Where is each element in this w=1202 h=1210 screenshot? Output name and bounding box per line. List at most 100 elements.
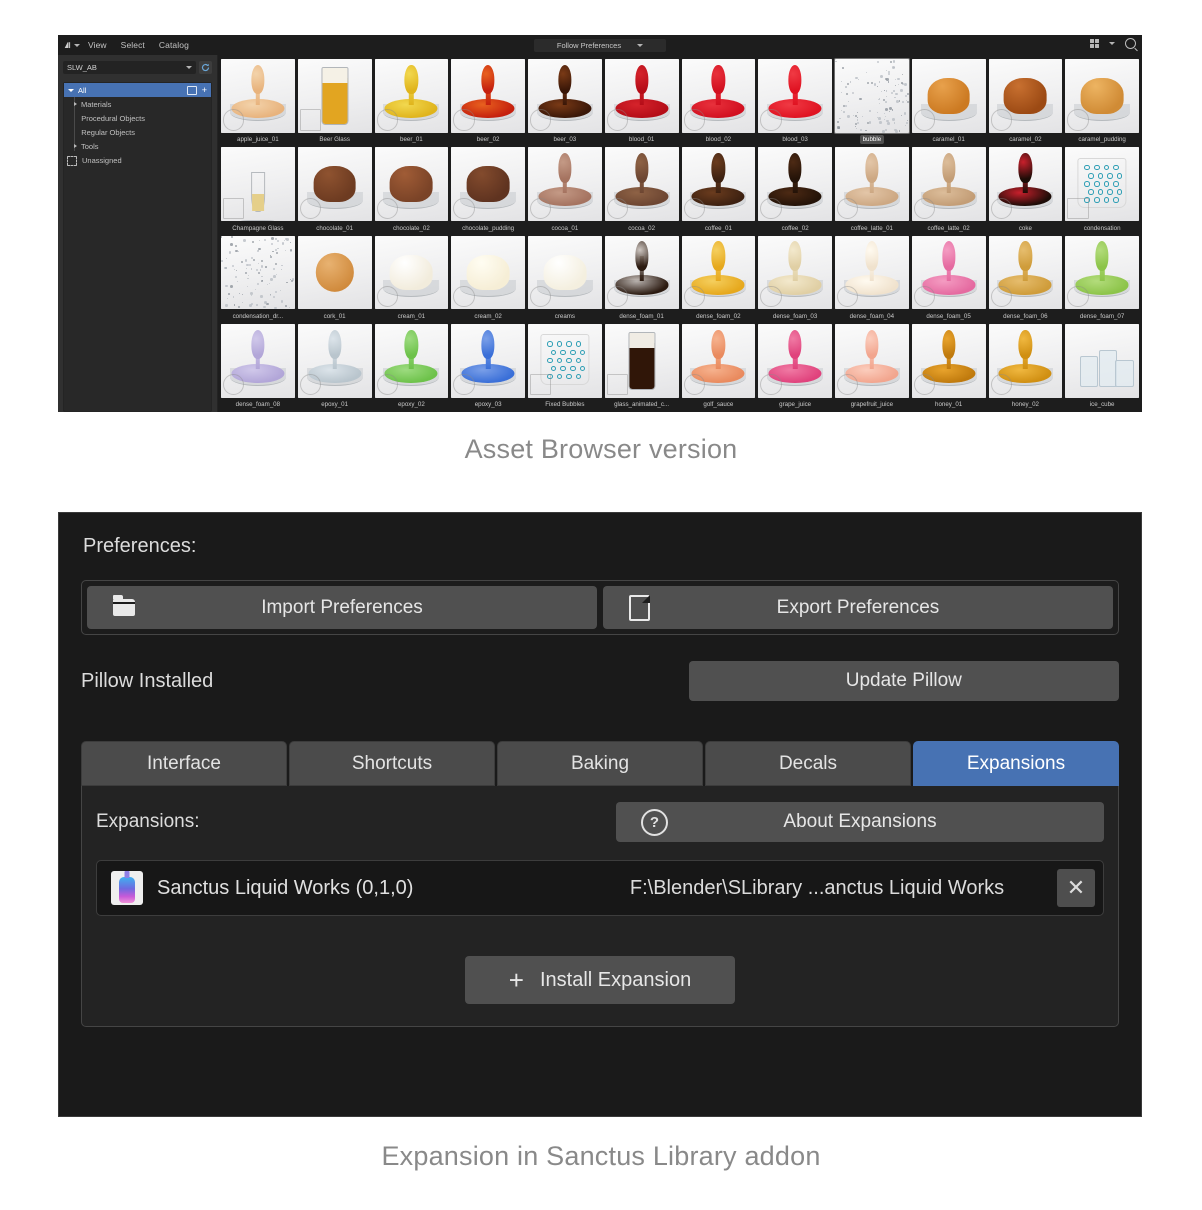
asset-item[interactable]: epoxy_01 — [298, 324, 372, 409]
asset-item[interactable]: Fixed Bubbles — [528, 324, 602, 409]
asset-thumbnail[interactable] — [375, 236, 449, 310]
asset-thumbnail[interactable] — [528, 59, 602, 133]
tab-decals[interactable]: Decals — [705, 741, 911, 786]
asset-browser-editor-icon[interactable] — [64, 39, 80, 52]
asset-item[interactable]: cork_01 — [298, 236, 372, 321]
asset-thumbnail[interactable] — [912, 59, 986, 133]
asset-item[interactable]: caramel_pudding — [1065, 59, 1139, 144]
update-pillow-button[interactable]: Update Pillow — [689, 661, 1119, 701]
asset-thumbnail[interactable] — [682, 236, 756, 310]
asset-item[interactable]: cream_01 — [375, 236, 449, 321]
asset-item[interactable]: dense_foam_07 — [1065, 236, 1139, 321]
asset-item[interactable]: apple_juice_01 — [221, 59, 295, 144]
close-icon[interactable]: ✕ — [1057, 869, 1095, 907]
asset-item[interactable]: condensation — [1065, 147, 1139, 232]
asset-item[interactable]: chocolate_pudding — [451, 147, 525, 232]
asset-thumbnail[interactable] — [221, 147, 295, 221]
tab-shortcuts[interactable]: Shortcuts — [289, 741, 495, 786]
asset-thumbnail[interactable] — [451, 147, 525, 221]
asset-item[interactable]: coffee_01 — [682, 147, 756, 232]
asset-thumbnail[interactable] — [835, 236, 909, 310]
tab-baking[interactable]: Baking — [497, 741, 703, 786]
asset-item[interactable]: creams — [528, 236, 602, 321]
disclosure-triangle-icon[interactable] — [74, 102, 77, 106]
catalog-item-tools[interactable]: Tools — [64, 139, 211, 153]
asset-thumbnail[interactable] — [298, 324, 372, 398]
asset-thumbnail[interactable] — [528, 147, 602, 221]
asset-item[interactable]: cream_02 — [451, 236, 525, 321]
asset-thumbnail[interactable] — [835, 59, 909, 133]
asset-grid[interactable]: apple_juice_01 Beer Glass beer_01 beer_02 be… — [218, 55, 1142, 412]
asset-thumbnail[interactable] — [298, 59, 372, 133]
new-catalog-icon[interactable] — [187, 86, 197, 95]
asset-thumbnail[interactable] — [682, 147, 756, 221]
asset-item[interactable]: bubble — [835, 59, 909, 144]
asset-item[interactable]: beer_01 — [375, 59, 449, 144]
tab-expansions[interactable]: Expansions — [913, 741, 1119, 786]
asset-item[interactable]: cocoa_02 — [605, 147, 679, 232]
catalog-item-regular-objects[interactable]: Regular Objects — [64, 125, 211, 139]
asset-item[interactable]: coke — [989, 147, 1063, 232]
asset-item[interactable]: honey_01 — [912, 324, 986, 409]
asset-item[interactable]: grape_juice — [758, 324, 832, 409]
asset-item[interactable]: chocolate_02 — [375, 147, 449, 232]
asset-item[interactable]: Champagne Glass — [221, 147, 295, 232]
asset-thumbnail[interactable] — [221, 59, 295, 133]
asset-thumbnail[interactable] — [605, 324, 679, 398]
asset-thumbnail[interactable] — [605, 147, 679, 221]
asset-item[interactable]: caramel_02 — [989, 59, 1063, 144]
asset-thumbnail[interactable] — [912, 147, 986, 221]
asset-thumbnail[interactable] — [221, 236, 295, 310]
asset-item[interactable]: Beer Glass — [298, 59, 372, 144]
plus-icon[interactable]: + — [202, 86, 207, 95]
library-dropdown[interactable]: SLW_AB — [63, 61, 196, 74]
asset-item[interactable]: beer_03 — [528, 59, 602, 144]
asset-thumbnail[interactable] — [375, 59, 449, 133]
catalog-item-all[interactable]: All + — [64, 83, 211, 97]
asset-thumbnail[interactable] — [682, 324, 756, 398]
display-mode-icon[interactable] — [1090, 39, 1100, 49]
asset-thumbnail[interactable] — [758, 59, 832, 133]
asset-item[interactable]: grapefruit_juice — [835, 324, 909, 409]
asset-thumbnail[interactable] — [375, 324, 449, 398]
disclosure-triangle-icon[interactable] — [74, 144, 77, 148]
chevron-down-icon[interactable] — [1109, 42, 1115, 45]
expansion-row[interactable]: Sanctus Liquid Works (0,1,0) F:\Blender\… — [96, 860, 1104, 916]
asset-item[interactable]: dense_foam_01 — [605, 236, 679, 321]
asset-thumbnail[interactable] — [1065, 147, 1139, 221]
asset-item[interactable]: dense_foam_06 — [989, 236, 1063, 321]
export-preferences-button[interactable]: Export Preferences — [603, 586, 1113, 629]
asset-item[interactable]: coffee_02 — [758, 147, 832, 232]
asset-thumbnail[interactable] — [221, 324, 295, 398]
asset-item[interactable]: cocoa_01 — [528, 147, 602, 232]
asset-thumbnail[interactable] — [912, 324, 986, 398]
asset-item[interactable]: chocolate_01 — [298, 147, 372, 232]
asset-item[interactable]: dense_foam_03 — [758, 236, 832, 321]
asset-item[interactable]: ice_cube — [1065, 324, 1139, 409]
asset-thumbnail[interactable] — [835, 324, 909, 398]
refresh-icon[interactable] — [199, 61, 212, 74]
about-expansions-button[interactable]: ? About Expansions — [616, 802, 1104, 842]
install-expansion-button[interactable]: + Install Expansion — [465, 956, 735, 1004]
import-preferences-button[interactable]: Import Preferences — [87, 586, 597, 629]
catalog-item-procedural-objects[interactable]: Procedural Objects — [64, 111, 211, 125]
asset-thumbnail[interactable] — [989, 147, 1063, 221]
asset-thumbnail[interactable] — [912, 236, 986, 310]
asset-thumbnail[interactable] — [682, 59, 756, 133]
asset-item[interactable]: coffee_latte_01 — [835, 147, 909, 232]
asset-thumbnail[interactable] — [989, 236, 1063, 310]
asset-item[interactable]: caramel_01 — [912, 59, 986, 144]
asset-item[interactable]: blood_02 — [682, 59, 756, 144]
asset-thumbnail[interactable] — [758, 324, 832, 398]
asset-thumbnail[interactable] — [989, 59, 1063, 133]
preferences-tabs[interactable]: Interface Shortcuts Baking Decals Expansions — [81, 741, 1119, 786]
asset-thumbnail[interactable] — [989, 324, 1063, 398]
asset-thumbnail[interactable] — [1065, 236, 1139, 310]
display-mode-dropdown[interactable]: Follow Preferences — [534, 39, 666, 52]
asset-thumbnail[interactable] — [528, 236, 602, 310]
asset-thumbnail[interactable] — [528, 324, 602, 398]
asset-item[interactable]: dense_foam_02 — [682, 236, 756, 321]
asset-thumbnail[interactable] — [298, 236, 372, 310]
asset-item[interactable]: coffee_latte_02 — [912, 147, 986, 232]
asset-item[interactable]: epoxy_03 — [451, 324, 525, 409]
